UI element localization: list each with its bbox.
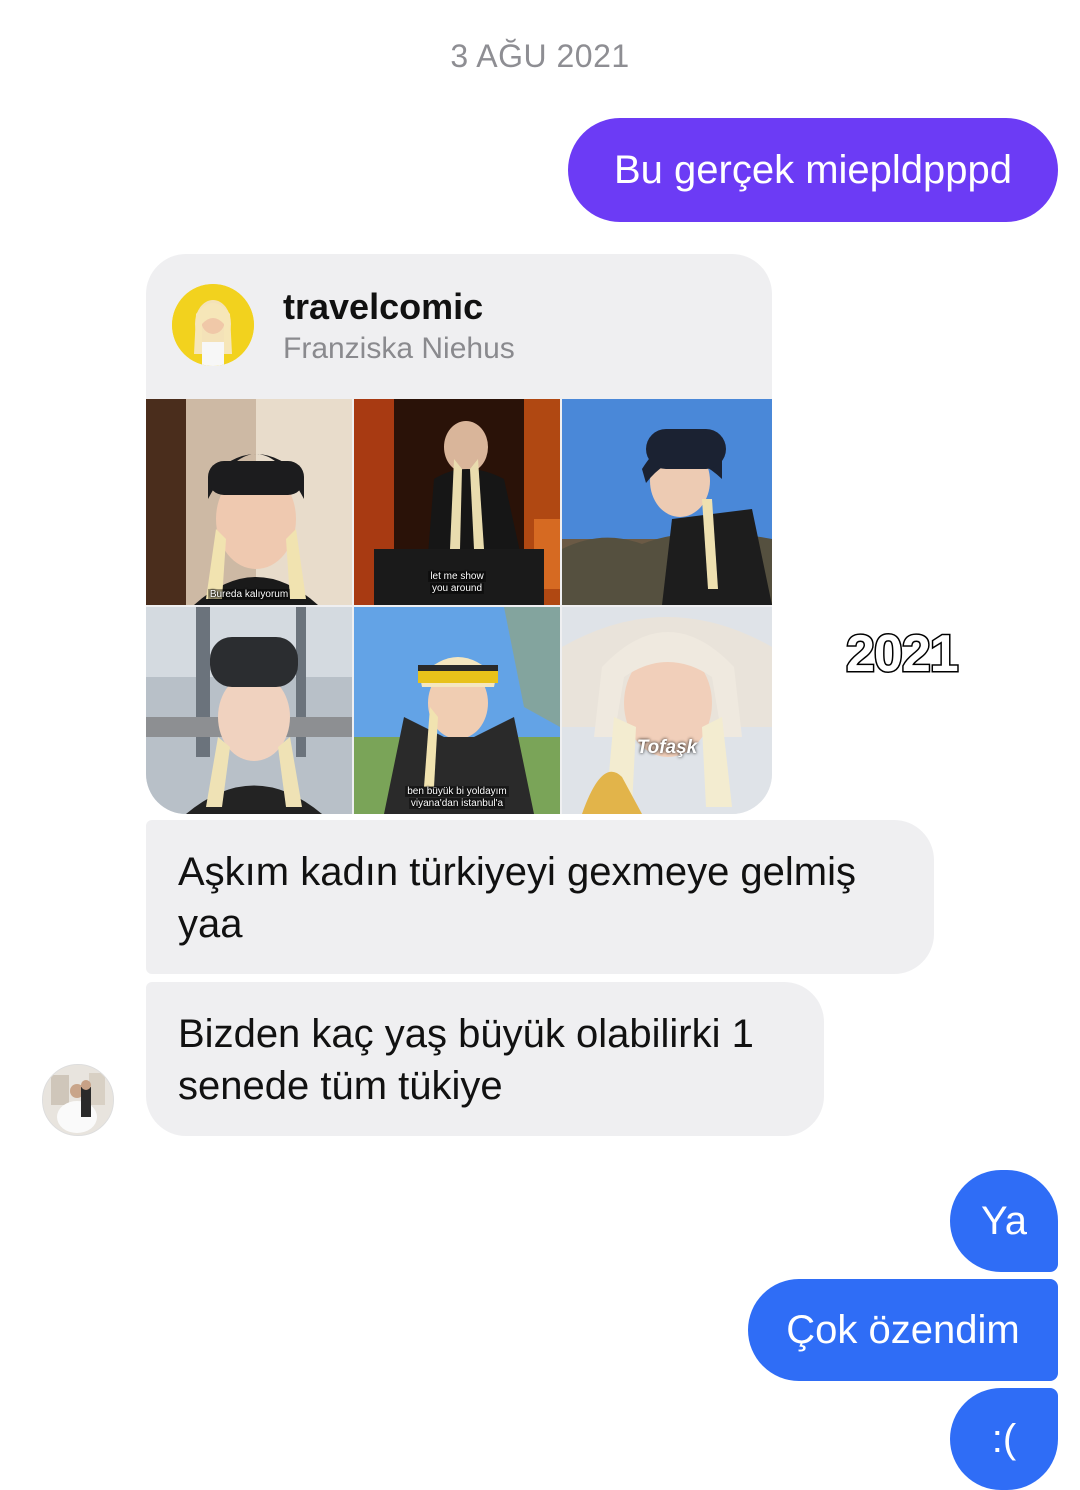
date-separator: 3 AĞU 2021 [450,38,630,74]
outgoing-message-bubble[interactable]: Çok özendim [748,1279,1058,1381]
message-text: Aşkım kadın türkiyeyi gexmeye gelmiş yaa [178,850,857,946]
outgoing-message-bubble[interactable]: Ya [950,1170,1058,1272]
message-text: Bu gerçek miepldpppd [613,147,1013,192]
tile-caption-line: viyana'dan istanbul'a [408,798,506,809]
year-overlay-text: 2021 [845,624,961,685]
media-thumbnail[interactable]: ben büyük bi yoldayım viyana'dan istanbu… [354,607,560,814]
media-thumbnail[interactable] [562,399,772,605]
post-author-avatar[interactable] [172,284,254,366]
outgoing-message-bubble[interactable]: :( [950,1388,1058,1490]
tile-caption-line: ben büyük bi yoldayım [405,786,509,797]
tile-caption: Bureda kalıyorum [207,589,291,600]
message-text: :( [991,1416,1017,1461]
post-username[interactable]: travelcomic [283,286,483,328]
media-thumbnail[interactable]: let me show you around [354,399,560,605]
message-text: Ya [981,1198,1027,1243]
message-text: Bizden kaç yaş büyük olabilirki 1 senede… [178,1012,754,1108]
post-media-grid[interactable]: Bureda kalıyorum let me show you around [146,399,772,814]
tile-caption-line: you around [429,583,485,594]
media-thumbnail[interactable] [146,607,352,814]
message-text: Çok özendim [786,1307,1020,1352]
media-thumbnail[interactable]: Bureda kalıyorum [146,399,352,605]
incoming-message-bubble[interactable]: Bizden kaç yaş büyük olabilirki 1 senede… [146,982,824,1136]
tile-caption: Tofaşk [636,737,698,758]
post-full-name: Franziska Niehus [283,332,515,365]
incoming-message-bubble[interactable]: Aşkım kadın türkiyeyi gexmeye gelmiş yaa [146,820,934,974]
media-thumbnail[interactable]: Tofaşk [562,607,772,814]
tile-caption-line: let me show [428,571,486,582]
sender-avatar[interactable] [42,1064,114,1136]
shared-post-card[interactable]: travelcomic Franziska Niehus Bureda kalı… [146,254,772,814]
outgoing-message-bubble[interactable]: Bu gerçek miepldpppd [568,118,1058,222]
